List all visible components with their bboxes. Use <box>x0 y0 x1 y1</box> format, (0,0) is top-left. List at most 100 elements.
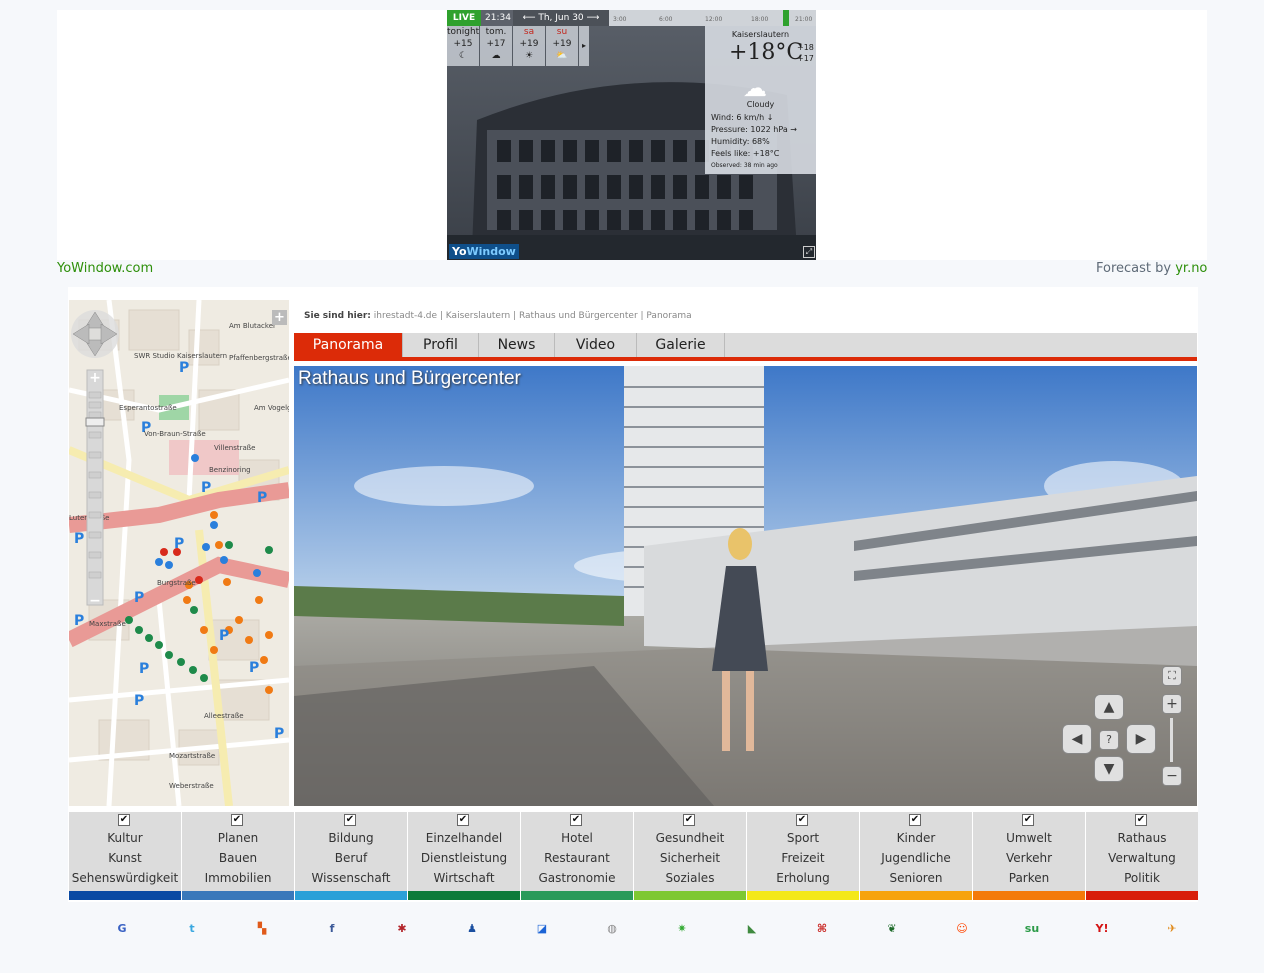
category-column[interactable]: ✔ Hotel Restaurant Gastronomie <box>521 812 633 900</box>
tab-panorama[interactable]: Panorama <box>294 333 403 357</box>
pan-up-icon[interactable]: ▲ <box>1094 694 1124 720</box>
category-label[interactable]: Soziales <box>634 871 746 885</box>
category-checkbox[interactable]: ✔ <box>1135 814 1147 826</box>
category-label[interactable]: Parken <box>973 871 1085 885</box>
yowindow-weather-widget[interactable]: LIVE 21:34 ⟵ Th, Jun 30 ⟶ 3:00 6:00 12:0… <box>447 10 816 260</box>
category-label[interactable]: Einzelhandel <box>408 831 520 845</box>
category-column[interactable]: ✔ Rathaus Verwaltung Politik <box>1086 812 1198 900</box>
category-checkbox[interactable]: ✔ <box>796 814 808 826</box>
category-checkbox[interactable]: ✔ <box>909 814 921 826</box>
category-checkbox[interactable]: ✔ <box>344 814 356 826</box>
category-column[interactable]: ✔ Kultur Kunst Sehenswürdigkeit <box>69 812 181 900</box>
category-checkbox[interactable]: ✔ <box>570 814 582 826</box>
category-label[interactable]: Verkehr <box>973 851 1085 865</box>
category-label[interactable]: Politik <box>1086 871 1198 885</box>
zoom-out-icon[interactable]: − <box>1162 766 1182 786</box>
category-checkbox[interactable]: ✔ <box>231 814 243 826</box>
tab-profil[interactable]: Profil <box>403 333 479 357</box>
live-badge[interactable]: LIVE <box>447 10 481 26</box>
category-label[interactable]: Rathaus <box>1086 831 1198 845</box>
category-column[interactable]: ✔ Kinder Jugendliche Senioren <box>860 812 972 900</box>
pan-right-icon[interactable]: ▶ <box>1126 724 1156 754</box>
arrow-left-icon[interactable]: ⟵ <box>523 13 536 23</box>
technorati-icon[interactable]: ✷ <box>674 921 690 937</box>
category-label[interactable]: Beruf <box>295 851 407 865</box>
category-label[interactable]: Gesundheit <box>634 831 746 845</box>
category-label[interactable]: Immobilien <box>182 871 294 885</box>
help-icon[interactable]: ? <box>1099 730 1119 750</box>
map-zoom-out-icon[interactable]: − <box>87 594 103 609</box>
reddit-icon[interactable]: ☺ <box>954 921 970 937</box>
map-pan-control[interactable] <box>73 310 117 358</box>
zoom-in-icon[interactable]: + <box>1162 694 1182 714</box>
forecast-tomorrow[interactable]: tom. +17 ☁ <box>480 26 512 66</box>
yr-link[interactable]: yr.no <box>1175 261 1207 276</box>
windows-live-icon[interactable]: ▚ <box>254 921 270 937</box>
ask-icon[interactable]: ✱ <box>394 921 410 937</box>
category-checkbox[interactable]: ✔ <box>118 814 130 826</box>
category-label[interactable]: Jugendliche <box>860 851 972 865</box>
timeline-cursor[interactable] <box>783 10 789 26</box>
category-column[interactable]: ✔ Einzelhandel Dienstleistung Wirtschaft <box>408 812 520 900</box>
tab-video[interactable]: Video <box>555 333 637 357</box>
category-checkbox[interactable]: ✔ <box>1022 814 1034 826</box>
category-label[interactable]: Wissenschaft <box>295 871 407 885</box>
forecast-saturday[interactable]: sa +19 ☀ <box>513 26 545 66</box>
category-label[interactable]: Hotel <box>521 831 633 845</box>
myspace-icon[interactable]: ♟ <box>464 921 480 937</box>
forecast-more-arrow-icon[interactable]: ▸ <box>579 26 589 66</box>
category-column[interactable]: ✔ Umwelt Verkehr Parken <box>973 812 1085 900</box>
category-label[interactable]: Wirtschaft <box>408 871 520 885</box>
stumbleupon-icon[interactable]: su <box>1024 921 1040 937</box>
newsvine-icon[interactable]: ◣ <box>744 921 760 937</box>
category-label[interactable]: Restaurant <box>521 851 633 865</box>
map-zoom-in-icon[interactable]: + <box>87 370 103 386</box>
category-label[interactable]: Senioren <box>860 871 972 885</box>
forecast-tonight[interactable]: tonight +15 ☾ <box>447 26 479 66</box>
facebook-icon[interactable]: f <box>324 921 340 937</box>
bird-icon[interactable]: ✈ <box>1164 921 1180 937</box>
breadcrumb-path[interactable]: ihrestadt-4.de | Kaiserslautern | Rathau… <box>374 311 692 321</box>
category-label[interactable]: Kinder <box>860 831 972 845</box>
category-label[interactable]: Gastronomie <box>521 871 633 885</box>
category-column[interactable]: ✔ Planen Bauen Immobilien <box>182 812 294 900</box>
category-label[interactable]: Verwaltung <box>1086 851 1198 865</box>
category-label[interactable]: Bauen <box>182 851 294 865</box>
tab-galerie[interactable]: Galerie <box>637 333 725 357</box>
date-selector[interactable]: ⟵ Th, Jun 30 ⟶ <box>513 10 609 26</box>
mister-wong-icon[interactable]: ⌘ <box>814 921 830 937</box>
yahoo-icon[interactable]: Y! <box>1094 921 1110 937</box>
tab-news[interactable]: News <box>479 333 555 357</box>
category-column[interactable]: ✔ Bildung Beruf Wissenschaft <box>295 812 407 900</box>
category-label[interactable]: Sehenswürdigkeit <box>69 871 181 885</box>
yowindow-link[interactable]: YoWindow.com <box>57 261 153 276</box>
category-column[interactable]: ✔ Sport Freizeit Erholung <box>747 812 859 900</box>
forecast-sunday[interactable]: su +19 ⛅ <box>546 26 578 66</box>
delicious-icon[interactable]: ◪ <box>534 921 550 937</box>
category-label[interactable]: Sport <box>747 831 859 845</box>
category-label[interactable]: Kultur <box>69 831 181 845</box>
zoom-slider[interactable] <box>1170 718 1173 762</box>
pan-left-icon[interactable]: ◀ <box>1062 724 1092 754</box>
google-icon[interactable]: G <box>114 921 130 937</box>
map-expand-icon[interactable]: + <box>272 310 287 325</box>
category-label[interactable]: Bildung <box>295 831 407 845</box>
category-label[interactable]: Dienstleistung <box>408 851 520 865</box>
category-label[interactable]: Erholung <box>747 871 859 885</box>
city-map[interactable]: PPPPPP PPPPPPP Am Blutacker SWR Studio K… <box>69 300 289 806</box>
arrow-right-icon[interactable]: ⟶ <box>587 13 600 23</box>
category-column[interactable]: ✔ Gesundheit Sicherheit Soziales <box>634 812 746 900</box>
digg-icon[interactable]: ◍ <box>604 921 620 937</box>
category-label[interactable]: Planen <box>182 831 294 845</box>
twitter-icon[interactable]: t <box>184 921 200 937</box>
fullscreen-toggle-icon[interactable]: ⛶ <box>1162 666 1182 686</box>
timeline-bar[interactable]: 3:00 6:00 12:00 18:00 21:00 <box>609 10 816 26</box>
panorama-viewer[interactable]: ▲ ◀ ? ▶ ▼ ⛶ + − <box>294 366 1197 806</box>
yowindow-logo[interactable]: YoWindow <box>449 244 519 259</box>
category-label[interactable]: Umwelt <box>973 831 1085 845</box>
category-label[interactable]: Sicherheit <box>634 851 746 865</box>
yigg-icon[interactable]: ❦ <box>884 921 900 937</box>
category-checkbox[interactable]: ✔ <box>457 814 469 826</box>
category-checkbox[interactable]: ✔ <box>683 814 695 826</box>
category-label[interactable]: Kunst <box>69 851 181 865</box>
